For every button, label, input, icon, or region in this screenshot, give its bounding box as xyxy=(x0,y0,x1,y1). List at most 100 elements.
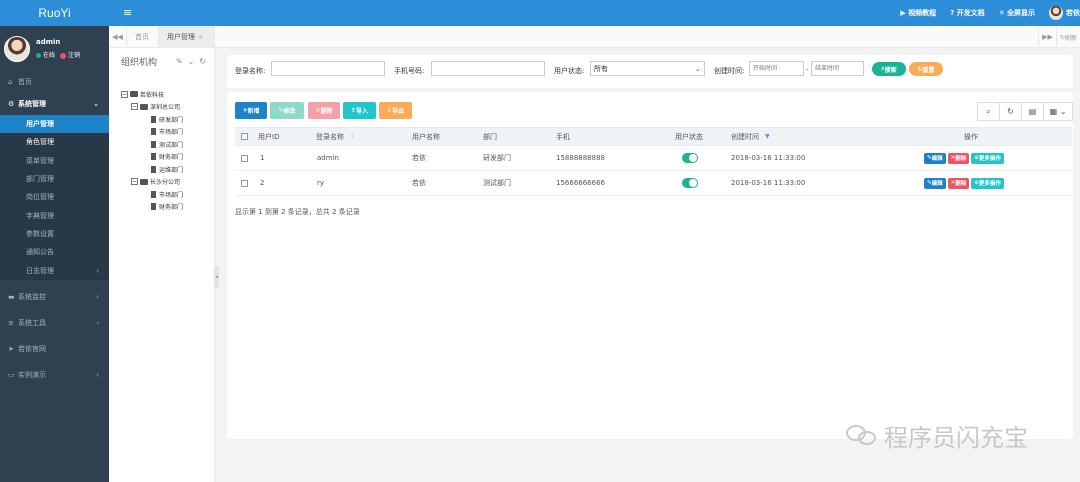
row-edit-button[interactable]: ✎ 编辑 xyxy=(924,152,946,164)
phone-input[interactable] xyxy=(431,61,545,76)
nav-demo[interactable]: ▭ 实例演示 ‹ xyxy=(0,364,109,386)
sidebar-item-logs[interactable]: 日志管理 ‹ xyxy=(0,261,109,279)
sort-icon: ⇕ xyxy=(350,133,356,140)
sidebar-item-depts[interactable]: 部门管理 xyxy=(0,170,109,188)
end-time-input[interactable] xyxy=(811,61,864,76)
nav-monitor[interactable]: ▬ 系统监控 ‹ xyxy=(0,286,109,308)
start-time-input[interactable] xyxy=(749,61,804,76)
tree-node-leaf[interactable]: 运维部门 xyxy=(121,163,214,176)
sidebar-item-dicts[interactable]: 字典管理 xyxy=(0,206,109,224)
created-time-label: 创建时间: xyxy=(714,67,745,75)
sidebar-item-roles[interactable]: 角色管理 xyxy=(0,133,109,151)
status-toggle[interactable] xyxy=(682,146,698,170)
login-name-input[interactable] xyxy=(271,61,385,76)
col-header-phone[interactable]: 手机 xyxy=(556,128,570,145)
nav-tools[interactable]: ≡ 系统工具 ‹ xyxy=(0,312,109,334)
close-icon[interactable]: ⊗ xyxy=(198,34,203,41)
nav-home[interactable]: ⌂ 首页 xyxy=(0,71,109,93)
panel-collapse-handle[interactable]: ◂ xyxy=(214,266,219,288)
sort-desc-icon: ▼ xyxy=(765,133,770,140)
tree-node-leaf[interactable]: 市场部门 xyxy=(121,126,214,139)
top-user-menu[interactable]: 若依 xyxy=(1049,6,1080,20)
row-edit-button[interactable]: ✎ 编辑 xyxy=(924,177,946,189)
cell-phone: 15666666666 xyxy=(556,179,605,187)
folder-open-icon xyxy=(130,91,138,98)
video-icon: ▬ xyxy=(8,292,15,301)
tree-node-leaf[interactable]: 研发部门 xyxy=(121,113,214,126)
table-row[interactable]: 2 ry 若依 测试部门 15666666666 2018-03-16 11:3… xyxy=(235,171,1072,196)
col-header-id[interactable]: 用户ID xyxy=(258,128,279,145)
tree-node-leaf[interactable]: 市场部门 xyxy=(121,188,214,201)
avatar[interactable] xyxy=(4,35,30,62)
edit-icon[interactable]: ✎ xyxy=(176,57,183,66)
chevron-down-icon[interactable]: ⌄ xyxy=(188,57,195,66)
collapse-icon[interactable]: − xyxy=(131,103,138,111)
tree-node-leaf[interactable]: 财务部门 xyxy=(121,201,214,214)
watermark: 程序员闪充宝 xyxy=(846,418,1028,453)
status-toggle[interactable] xyxy=(682,171,698,195)
grid-dropdown-icon[interactable]: ▦ ⌄ xyxy=(1043,102,1073,121)
logout-link[interactable]: 注销 xyxy=(60,50,80,59)
search-button[interactable]: ⌕ 搜索 xyxy=(872,62,906,76)
user-name: admin xyxy=(36,38,61,46)
sidebar-item-menus[interactable]: 菜单管理 xyxy=(0,152,109,170)
fullscreen-link[interactable]: ✕ 全屏显示 xyxy=(999,8,1035,18)
select-all-checkbox[interactable] xyxy=(241,128,248,145)
reset-button[interactable]: ↻ 重置 xyxy=(909,62,943,76)
tab-user-management[interactable]: 用户管理 ⊗ xyxy=(159,26,215,48)
tree-node-root[interactable]: − 若依科技 xyxy=(121,88,214,101)
search-form: 登录名称: 手机号码: 用户状态: 所有⌄ 创建时间: - ⌕ 搜索 ↻ 重置 xyxy=(227,55,1073,88)
brand-logo[interactable]: RuoYi xyxy=(0,0,109,26)
sidebar-item-params[interactable]: 参数设置 xyxy=(0,225,109,243)
tree-node-leaf[interactable]: 测试部门 xyxy=(121,138,214,151)
row-more-button[interactable]: ⊙ 更多操作 xyxy=(971,152,1004,164)
sidebar-item-posts[interactable]: 岗位管理 xyxy=(0,188,109,206)
row-delete-button[interactable]: ✕ 删除 xyxy=(947,177,970,189)
edit-user-button[interactable]: ✎ 修改 xyxy=(270,102,304,119)
row-checkbox[interactable] xyxy=(241,171,248,195)
menu-toggle-icon[interactable]: ≡ xyxy=(123,6,132,19)
row-checkbox[interactable] xyxy=(241,146,248,170)
tab-refresh-button[interactable]: ↻ 刷新 xyxy=(1056,26,1080,48)
collapse-icon[interactable]: − xyxy=(121,90,128,98)
online-status: 在线 xyxy=(36,50,55,59)
cell-created: 2018-03-16 11:33:00 xyxy=(731,179,806,187)
col-header-created[interactable]: 创建时间 ▼ xyxy=(731,128,770,145)
col-header-status[interactable]: 用户状态 xyxy=(675,128,703,145)
col-header-login[interactable]: 登录名称 ⇕ xyxy=(316,128,355,145)
table-row[interactable]: 1 admin 若依 研发部门 15888888888 2018-03-16 1… xyxy=(235,146,1072,171)
nav-ruoyi-site[interactable]: ➤ 若依官网 xyxy=(0,338,109,360)
org-tree-panel: 组织机构 ✎ ⌄ ↻ − 若依科技 − 深圳总公司 研发部门 市场部门 测试部门 财… xyxy=(109,48,215,482)
search-toggle-icon[interactable]: ⌕ xyxy=(977,102,1000,121)
sidebar-item-notices[interactable]: 通知公告 xyxy=(0,243,109,261)
export-button[interactable]: ⇩ 导出 xyxy=(379,102,412,119)
tree-node-leaf[interactable]: 财务部门 xyxy=(121,151,214,164)
user-table: 用户ID 登录名称 ⇕ 用户名称 部门 手机 用户状态 创建时间 ▼ 操作 1 ad… xyxy=(235,127,1072,196)
tab-scroll-left-icon[interactable]: ◀◀ xyxy=(109,26,127,48)
nav-system[interactable]: ⚙ 系统管理 ⌄ xyxy=(0,93,109,115)
refresh-icon[interactable]: ↻ xyxy=(999,102,1022,121)
delete-user-button[interactable]: ✕ 删除 xyxy=(308,102,340,119)
expand-icon: ✕ xyxy=(998,9,1007,17)
logout-icon xyxy=(60,52,67,59)
add-user-button[interactable]: + 新增 xyxy=(235,102,267,119)
import-button[interactable]: ⇪ 导入 xyxy=(343,102,376,119)
tab-home[interactable]: 首页 xyxy=(127,26,159,48)
system-submenu: 用户管理 角色管理 菜单管理 部门管理 岗位管理 字典管理 参数设置 通知公告 … xyxy=(0,115,109,280)
row-delete-button[interactable]: ✕ 删除 xyxy=(947,152,970,164)
status-select[interactable]: 所有 ⌄ xyxy=(590,61,705,76)
table-header: 用户ID 登录名称 ⇕ 用户名称 部门 手机 用户状态 创建时间 ▼ 操作 xyxy=(235,127,1072,146)
tab-scroll-right-icon[interactable]: ▶▶ xyxy=(1038,26,1056,48)
tree-node-branch[interactable]: − 深圳总公司 xyxy=(121,101,214,114)
sidebar-item-users[interactable]: 用户管理 xyxy=(0,115,109,134)
dev-docs-link[interactable]: ? 开发文档 xyxy=(950,8,985,18)
video-tutorial-link[interactable]: ▶ 视频教程 xyxy=(900,8,936,18)
row-more-button[interactable]: ⊙ 更多操作 xyxy=(971,177,1004,189)
collapse-icon[interactable]: − xyxy=(131,178,138,186)
refresh-icon[interactable]: ↻ xyxy=(199,57,206,66)
col-header-name[interactable]: 用户名称 xyxy=(412,128,440,145)
col-header-dept[interactable]: 部门 xyxy=(483,128,497,145)
phone-label: 手机号码: xyxy=(394,67,425,75)
tree-node-branch[interactable]: − 长沙分公司 xyxy=(121,176,214,189)
columns-icon[interactable]: ▤ xyxy=(1021,102,1044,121)
